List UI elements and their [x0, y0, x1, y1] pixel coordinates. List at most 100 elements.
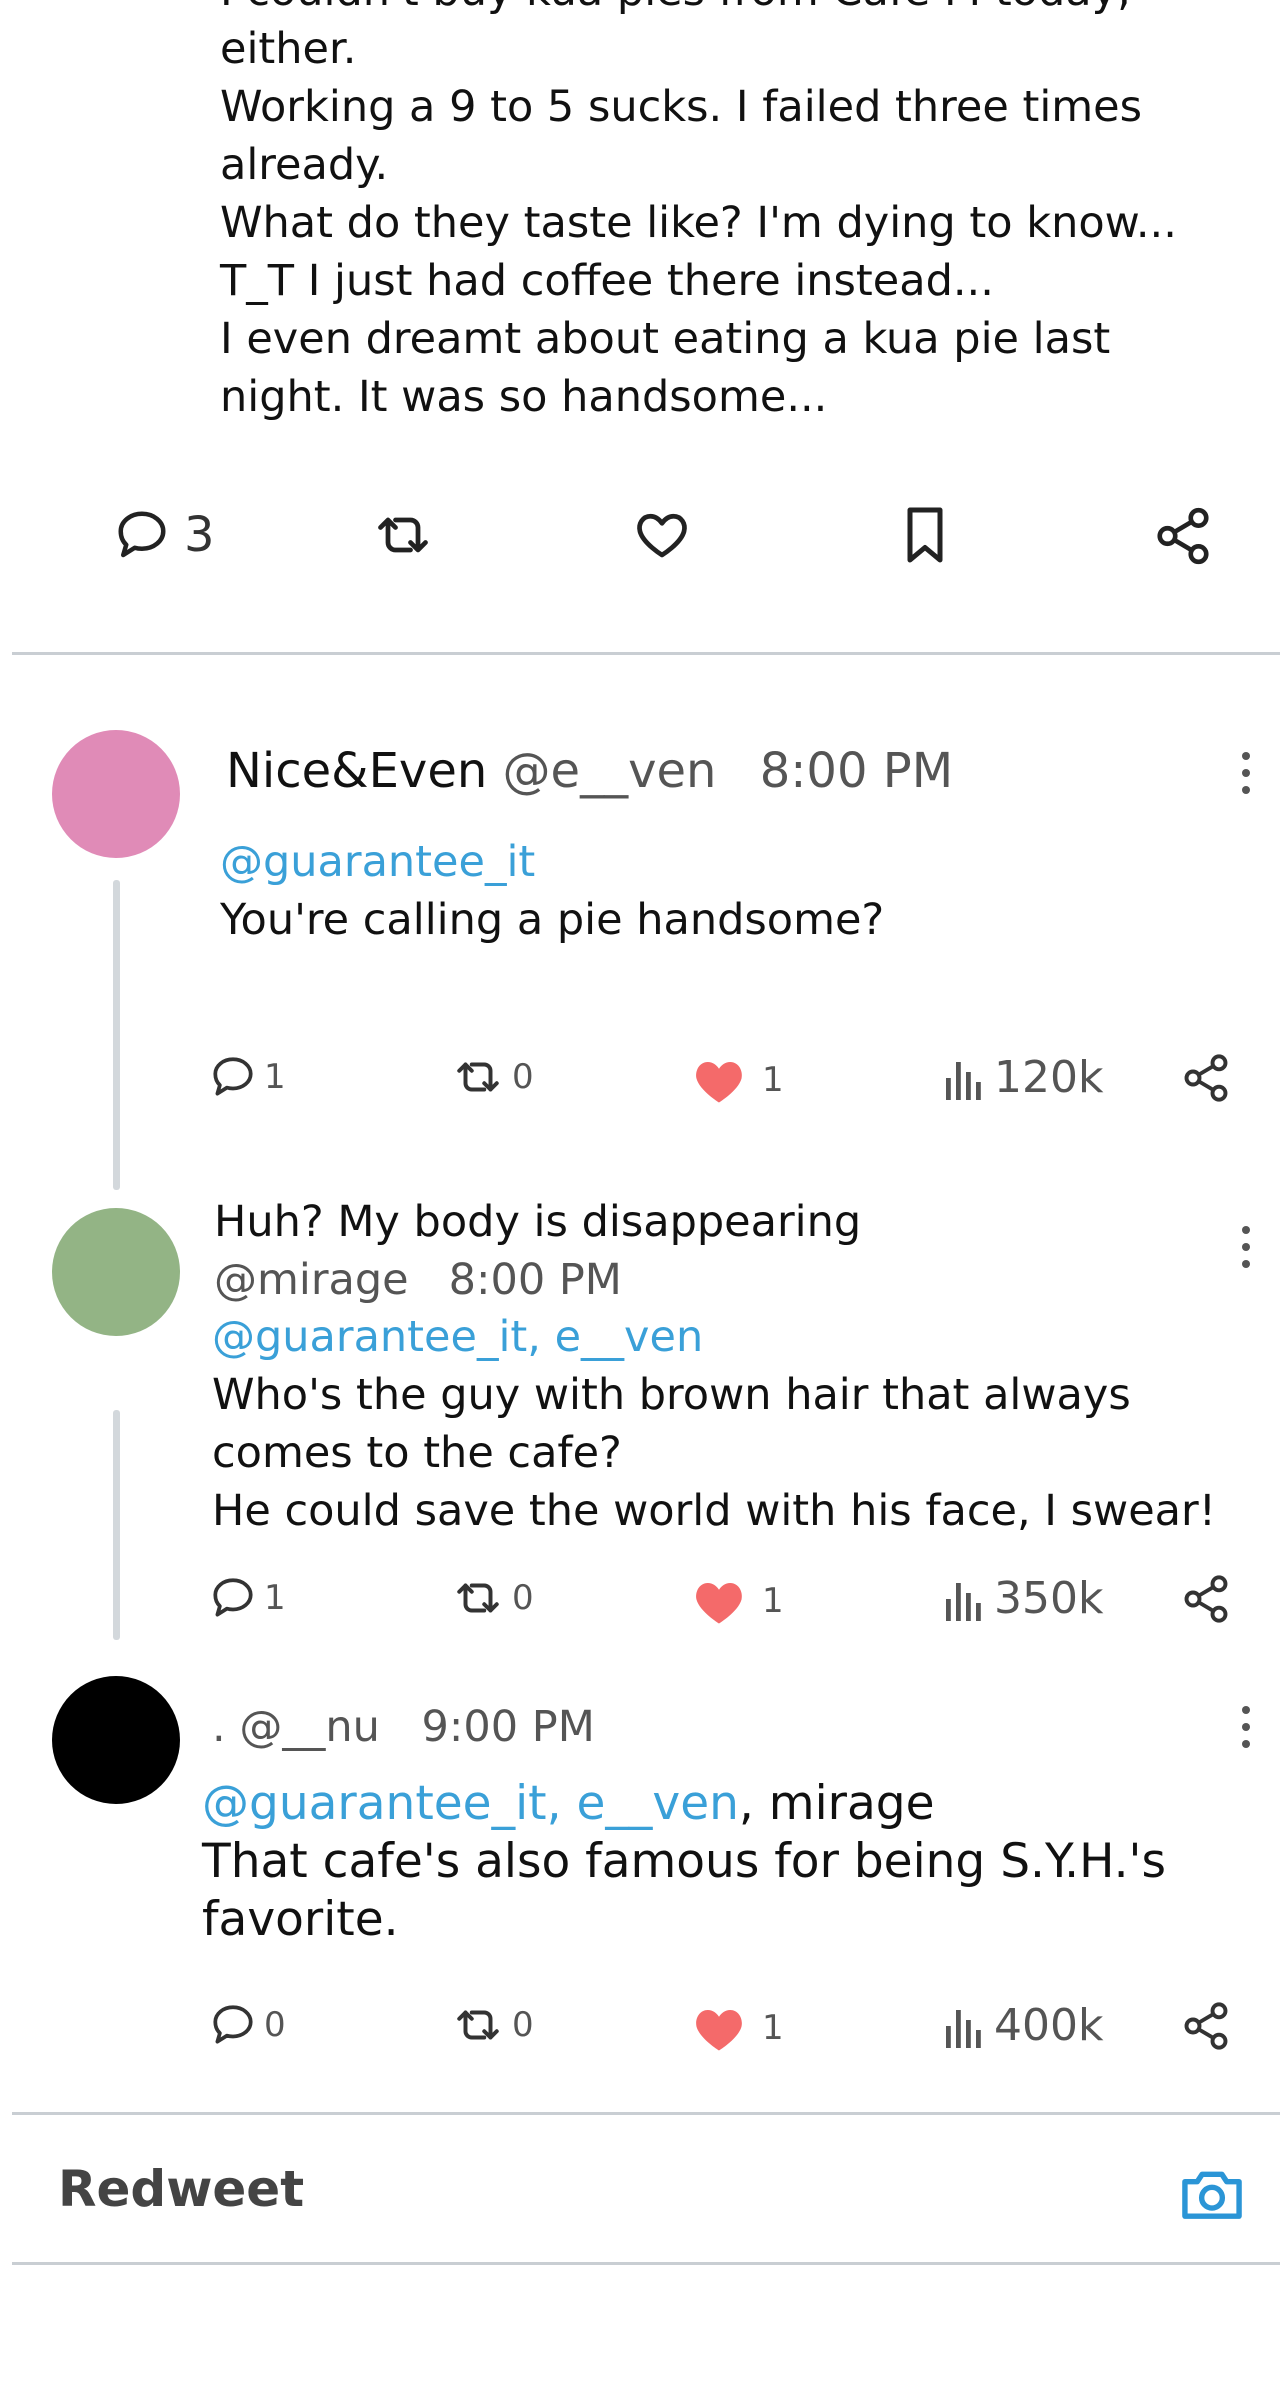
retweet-count: 0 — [512, 2005, 534, 2045]
thread-line — [113, 1410, 120, 1640]
like-button[interactable] — [632, 505, 692, 565]
display-name[interactable]: Nice&Even — [226, 743, 487, 799]
divider — [12, 652, 1280, 655]
retweet-button[interactable]: 0 — [450, 1573, 534, 1623]
comment-count: 1 — [264, 1057, 286, 1097]
views-stat[interactable]: 350k — [944, 1573, 1103, 1624]
retweet-icon — [457, 2010, 499, 2040]
reply-count: 3 — [184, 507, 215, 563]
share-button[interactable] — [1180, 1052, 1232, 1104]
camera-button[interactable] — [1180, 2164, 1244, 2224]
comment-button[interactable]: 0 — [208, 2000, 286, 2050]
like-button[interactable]: 1 — [692, 1055, 784, 1105]
bar-chart-icon — [946, 2009, 981, 2048]
reply-text-line: comes to the cafe? — [212, 1428, 622, 1478]
bookmark-icon — [907, 507, 943, 563]
views-stat[interactable]: 120k — [944, 1052, 1103, 1103]
reply-text-line: You're calling a pie handsome? — [220, 895, 885, 945]
view-count: 120k — [994, 1052, 1104, 1103]
like-count: 1 — [762, 1060, 784, 1100]
divider — [12, 2112, 1280, 2115]
handle[interactable]: @__nu — [239, 1702, 380, 1752]
comment-icon — [118, 511, 166, 558]
post-line: already. — [220, 140, 389, 190]
comment-count: 1 — [264, 1578, 286, 1618]
share-icon — [1184, 1054, 1228, 1102]
retweet-count: 0 — [512, 1578, 534, 1618]
share-icon — [1157, 507, 1209, 565]
retweet-button[interactable]: 0 — [450, 2000, 534, 2050]
display-name[interactable]: . — [212, 1702, 226, 1752]
comment-icon — [213, 1057, 253, 1096]
timestamp: 8:00 PM — [759, 743, 954, 799]
thread-line — [113, 880, 120, 1190]
reply-body: @guarantee_it, e__ven Who's the guy with… — [212, 1308, 1216, 1540]
reply-header: . @__nu 9:00 PM — [212, 1698, 595, 1756]
retweet-icon — [457, 1062, 499, 1092]
display-name[interactable]: Huh? My body is disappearing — [214, 1193, 861, 1251]
view-count: 350k — [994, 1573, 1104, 1624]
more-options-icon[interactable] — [1236, 1706, 1256, 1757]
reply-button[interactable]: 3 — [112, 505, 215, 565]
comment-count: 0 — [264, 2005, 286, 2045]
reply-text-line: Who's the guy with brown hair that alway… — [212, 1370, 1131, 1420]
reply-text-line: That cafe's also famous for being S.Y.H.… — [202, 1834, 1166, 1889]
timestamp: 8:00 PM — [448, 1255, 622, 1305]
heart-filled-icon — [696, 1062, 742, 1103]
heart-filled-icon — [696, 2010, 742, 2051]
retweet-icon — [457, 1583, 499, 1613]
divider — [12, 2262, 1280, 2265]
post-line: either. — [220, 24, 357, 74]
timestamp: 9:00 PM — [421, 1702, 595, 1752]
post-line: I couldn't buy kua pies from Cafe M toda… — [220, 0, 1250, 20]
like-button[interactable]: 1 — [692, 1576, 784, 1626]
mention-link[interactable]: @guarantee_it, e__ven — [212, 1312, 703, 1362]
heart-filled-icon — [696, 1583, 742, 1624]
share-button[interactable] — [1180, 2000, 1232, 2052]
post-line: night. It was so handsome... — [220, 372, 828, 422]
comment-icon — [213, 1578, 253, 1617]
like-button[interactable]: 1 — [692, 2003, 784, 2053]
handle[interactable]: @mirage — [214, 1255, 409, 1305]
like-count: 1 — [762, 1581, 784, 1621]
share-button[interactable] — [1152, 505, 1214, 567]
retweet-count: 0 — [512, 1057, 534, 1097]
views-stat[interactable]: 400k — [944, 2000, 1103, 2051]
view-count: 400k — [994, 2000, 1104, 2051]
more-options-icon[interactable] — [1236, 1226, 1256, 1277]
reply-body: @guarantee_it, e__ven, mirage That cafe'… — [202, 1775, 1166, 1949]
share-icon — [1184, 2002, 1228, 2050]
reply-text-line: favorite. — [202, 1892, 399, 1947]
bar-chart-icon — [946, 1061, 981, 1100]
handle[interactable]: @e__ven — [503, 743, 717, 799]
retweet-icon — [378, 517, 428, 553]
reply-composer-input[interactable]: Redweet — [58, 2160, 304, 2218]
avatar[interactable] — [52, 1208, 180, 1336]
camera-icon — [1182, 2171, 1242, 2219]
mention-suffix: , mirage — [738, 1776, 935, 1831]
comment-button[interactable]: 1 — [208, 1052, 286, 1102]
post-line: I even dreamt about eating a kua pie las… — [220, 314, 1111, 364]
avatar[interactable] — [52, 730, 180, 858]
reply-body: @guarantee_it You're calling a pie hands… — [220, 833, 884, 949]
reply-header: Huh? My body is disappearing @mirage 8:00… — [214, 1193, 861, 1309]
reply-header: Nice&Even @e__ven 8:00 PM — [226, 742, 953, 800]
retweet-button[interactable] — [370, 505, 436, 565]
mention-link[interactable]: @guarantee_it — [220, 837, 535, 887]
heart-icon — [637, 513, 687, 558]
comment-button[interactable]: 1 — [208, 1573, 286, 1623]
bookmark-button[interactable] — [895, 502, 955, 568]
share-button[interactable] — [1180, 1573, 1232, 1625]
mention-link[interactable]: @guarantee_it, e__ven — [202, 1776, 739, 1831]
more-options-icon[interactable] — [1236, 752, 1256, 803]
post-line: Working a 9 to 5 sucks. I failed three t… — [220, 82, 1143, 132]
post-line: T_T I just had coffee there instead... — [220, 256, 994, 306]
main-post-text: I couldn't buy kua pies from Cafe M toda… — [220, 0, 1250, 426]
like-count: 1 — [762, 2008, 784, 2048]
avatar[interactable] — [52, 1676, 180, 1804]
retweet-button[interactable]: 0 — [450, 1052, 534, 1102]
reply-text-line: He could save the world with his face, I… — [212, 1486, 1216, 1536]
bar-chart-icon — [946, 1582, 981, 1621]
comment-icon — [213, 2005, 253, 2044]
post-line: What do they taste like? I'm dying to kn… — [220, 198, 1177, 248]
